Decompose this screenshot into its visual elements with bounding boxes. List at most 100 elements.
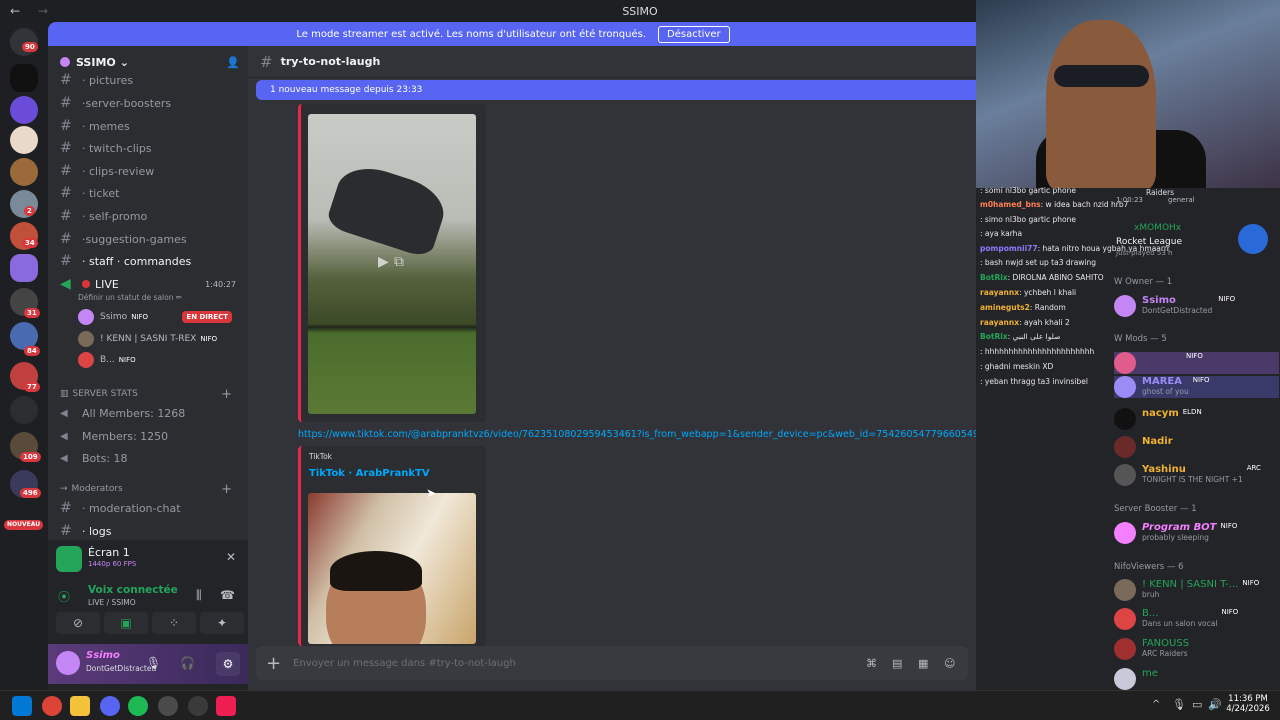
channel-self-promo[interactable]: # · self-promo — [60, 206, 240, 226]
unread-badge: 2 — [24, 206, 35, 216]
voice-user[interactable]: B... NIFO — [78, 350, 238, 370]
noise-suppression-icon[interactable]: ⫼ — [196, 588, 202, 603]
stat-all-members[interactable]: ◀ All Members: 1268 — [60, 403, 240, 423]
clock[interactable]: 11:36 PM 4/24/2026 — [1226, 694, 1270, 714]
external-link-icon[interactable]: ⧉ — [394, 254, 404, 270]
play-icon[interactable]: ▶ — [378, 254, 389, 270]
user-card: Ssimo DontGetDistracted 🎙 🎧 ⚙ — [48, 644, 248, 684]
channel-ticket[interactable]: # · ticket — [60, 183, 240, 203]
channel-memes[interactable]: # · memes — [60, 116, 240, 136]
camera-off-button[interactable]: ⊘ — [56, 612, 100, 634]
stat-members[interactable]: ◀ Members: 1250 — [60, 426, 240, 446]
sticker-icon[interactable]: ▦ — [918, 657, 928, 670]
gif-icon[interactable]: ▤ — [892, 657, 902, 670]
hash-icon: # — [60, 231, 72, 247]
message-link[interactable]: https://www.tiktok.com/@arabpranktvz6/vi… — [298, 429, 991, 440]
category-moderators[interactable]: → Moderators + — [60, 482, 240, 497]
attach-plus-icon[interactable]: + — [266, 653, 281, 674]
member-item[interactable]: NIFO — [1114, 352, 1279, 374]
unread-badge: 84 — [24, 346, 40, 356]
channel-clips-review[interactable]: # · clips-review — [60, 161, 240, 181]
hash-icon: # — [60, 208, 72, 224]
disable-streamer-mode-button[interactable]: Désactiver — [658, 25, 730, 43]
category-server-stats[interactable]: ▥ SERVER STATS + — [60, 387, 240, 402]
channel-title: try-to-not-laugh — [280, 55, 381, 68]
server-icon[interactable] — [10, 158, 38, 186]
hash-icon: # — [60, 253, 72, 269]
channel-suggestion-games[interactable]: # ·suggestion-games — [60, 229, 240, 249]
avatar — [1114, 668, 1136, 690]
message-input[interactable]: Envoyer un message dans #try-to-not-laug… — [293, 658, 516, 669]
message-composer[interactable]: + Envoyer un message dans #try-to-not-la… — [256, 646, 968, 680]
stat-bots[interactable]: ◀ Bots: 18 — [60, 448, 240, 468]
unread-badge: 31 — [24, 308, 40, 318]
microphone-icon[interactable]: 🎙 — [1172, 698, 1186, 711]
member-name: MAREA — [1142, 376, 1182, 387]
member-item[interactable]: me — [1114, 668, 1279, 690]
gift-icon[interactable]: ⌘ — [866, 657, 877, 670]
server-icon[interactable] — [10, 254, 38, 282]
voice-channel-path[interactable]: LIVE / SSIMO — [88, 598, 136, 607]
voice-channel-status[interactable]: Définir un statut de salon ✏ — [78, 293, 182, 302]
network-icon[interactable]: ▭ — [1192, 698, 1202, 711]
headphones-icon[interactable]: 🎧 — [180, 656, 195, 670]
spotify-icon[interactable] — [128, 696, 148, 716]
avatar[interactable] — [56, 651, 80, 675]
new-messages-bar[interactable]: 1 nouveau message depuis 23:33 — [256, 80, 976, 100]
tiktok-icon[interactable] — [216, 696, 236, 716]
server-icon[interactable] — [10, 126, 38, 154]
discord-icon[interactable] — [100, 696, 120, 716]
video-thumbnail[interactable]: ▶ ⧉ — [308, 114, 476, 414]
channel-twitch-clips[interactable]: # · twitch-clips — [60, 138, 240, 158]
file-explorer-icon[interactable] — [70, 696, 90, 716]
channel-logs[interactable]: # · logs — [60, 521, 240, 541]
member-item[interactable]: nacym ELDN — [1114, 408, 1279, 430]
streamer-image — [1046, 20, 1156, 188]
member-item[interactable]: Program BOT probably sleeping NIFO — [1114, 522, 1279, 544]
member-item[interactable]: ! KENN | SASNI T-... bruh NIFO — [1114, 579, 1279, 601]
server-icon[interactable] — [10, 64, 38, 92]
emoji-icon[interactable]: ☺ — [944, 657, 955, 670]
member-status: ARC Raiders — [1142, 649, 1188, 658]
member-item[interactable]: Nadir — [1114, 436, 1279, 458]
server-icon[interactable] — [10, 396, 38, 424]
hash-icon: # — [60, 523, 72, 539]
stop-stream-icon[interactable]: ✕ — [226, 550, 236, 564]
chat-message: : somi nl3bo gartic phone — [980, 186, 1076, 195]
voice-user[interactable]: ! KENN | SASNI T-REX NIFO — [78, 329, 238, 349]
avatar — [1114, 464, 1136, 486]
add-member-icon[interactable]: 👤 — [226, 56, 240, 69]
activities-button[interactable]: ⁘ — [152, 612, 196, 634]
app-icon[interactable] — [188, 696, 208, 716]
member-item[interactable]: Yashinu TONIGHT IS THE NIGHT +1 ARC — [1114, 464, 1279, 486]
member-item[interactable]: FANOUSS ARC Raiders — [1114, 638, 1279, 660]
start-menu-icon[interactable] — [12, 696, 32, 716]
gear-icon[interactable]: ⚙ — [216, 652, 240, 676]
server-icon[interactable] — [10, 96, 38, 124]
voice-connected-label[interactable]: Voix connectée — [88, 584, 178, 596]
microphone-icon[interactable]: 🎙 — [146, 656, 161, 670]
add-channel-icon[interactable]: + — [221, 482, 232, 497]
member-name: Program BOT — [1142, 522, 1217, 533]
voice-user[interactable]: Ssimo NIFO EN DIRECT — [78, 307, 238, 327]
member-item[interactable]: B... Dans un salon vocal NIFO — [1114, 608, 1279, 630]
voice-channel-live[interactable]: ◀ LIVE 1:40:27 — [60, 274, 240, 294]
channel-pictures[interactable]: # · pictures — [60, 70, 240, 90]
screen-share-button[interactable]: ▣ — [104, 612, 148, 634]
member-item[interactable]: MAREA ghost of you NIFO — [1114, 376, 1279, 398]
tray-chevron-icon[interactable]: ^ — [1152, 699, 1160, 710]
embed-title[interactable]: TikTok · ArabPrankTV — [309, 468, 430, 479]
video-thumbnail[interactable] — [308, 493, 476, 644]
member-status: ghost of you — [1142, 387, 1189, 396]
channel-staff-commandes[interactable]: # · staff · commandes — [60, 251, 240, 271]
chrome-icon[interactable] — [42, 696, 62, 716]
add-channel-icon[interactable]: + — [221, 387, 232, 402]
member-item[interactable]: Ssimo DontGetDistracted NIFO — [1114, 295, 1279, 317]
volume-icon[interactable]: 🔊 — [1208, 698, 1222, 711]
soundboard-button[interactable]: ✦ — [200, 612, 244, 634]
browser-icon[interactable] — [158, 696, 178, 716]
new-badge: NOUVEAU — [4, 520, 44, 530]
channel-server-boosters[interactable]: # ·server-boosters — [60, 93, 240, 113]
disconnect-icon[interactable]: ☎ — [220, 588, 235, 602]
channel-moderation-chat[interactable]: # · moderation-chat — [60, 498, 240, 518]
